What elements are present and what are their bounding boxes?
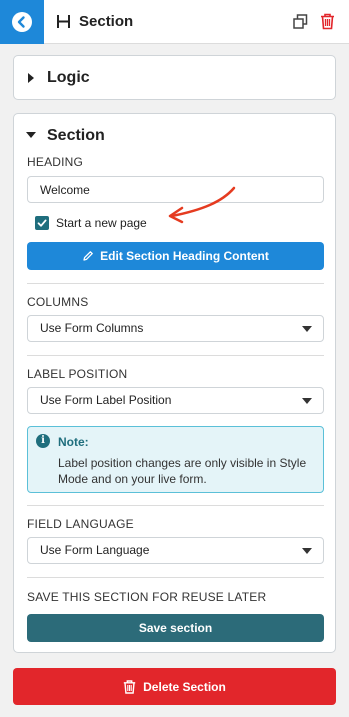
edit-heading-content-label: Edit Section Heading Content	[100, 249, 269, 263]
columns-select[interactable]: Use Form Columns	[27, 315, 324, 342]
note-box: i Note: Label position changes are only …	[27, 426, 324, 493]
section-title[interactable]: Section	[47, 127, 105, 145]
annotation-arrow-icon	[168, 186, 236, 224]
field-language-value: Use Form Language	[40, 543, 150, 557]
divider	[27, 283, 324, 284]
field-language-label: FIELD LANGUAGE	[27, 517, 134, 531]
note-title: Note:	[58, 435, 89, 449]
start-new-page-label[interactable]: Start a new page	[56, 216, 147, 230]
label-position-value: Use Form Label Position	[40, 393, 172, 407]
edit-heading-content-button[interactable]: Edit Section Heading Content	[27, 242, 324, 270]
chevron-down-icon	[302, 548, 312, 554]
delete-section-label: Delete Section	[143, 679, 226, 694]
heading-label: HEADING	[27, 155, 84, 169]
field-language-select[interactable]: Use Form Language	[27, 537, 324, 564]
trash-icon[interactable]	[320, 13, 335, 30]
note-text: Label position changes are only visible …	[58, 456, 307, 486]
pencil-icon	[83, 251, 94, 261]
start-new-page-checkbox[interactable]	[35, 216, 49, 230]
save-section-button[interactable]: Save section	[27, 614, 324, 642]
caret-right-icon	[28, 73, 34, 83]
page-title: Section	[79, 13, 134, 30]
chevron-down-icon	[302, 326, 312, 332]
caret-down-icon[interactable]	[26, 132, 36, 138]
checkmark-icon	[37, 219, 47, 227]
chevron-down-icon	[302, 398, 312, 404]
label-position-label: LABEL POSITION	[27, 367, 128, 381]
delete-section-button[interactable]: Delete Section	[13, 668, 336, 705]
trash-icon	[123, 679, 136, 694]
section-icon	[57, 15, 70, 28]
duplicate-icon[interactable]	[293, 14, 308, 29]
top-bar: Section	[0, 0, 349, 44]
save-section-label: SAVE THIS SECTION FOR REUSE LATER	[27, 590, 267, 604]
label-position-select[interactable]: Use Form Label Position	[27, 387, 324, 414]
divider	[27, 577, 324, 578]
chevron-left-icon	[12, 12, 32, 32]
logic-panel[interactable]: Logic	[13, 55, 336, 100]
section-panel: Section HEADING Start a new page Edit Se…	[13, 113, 336, 653]
logic-title: Logic	[47, 69, 90, 86]
back-button[interactable]	[0, 0, 44, 44]
divider	[27, 355, 324, 356]
columns-label: COLUMNS	[27, 295, 89, 309]
info-icon: i	[36, 434, 50, 448]
divider	[27, 505, 324, 506]
columns-value: Use Form Columns	[40, 321, 144, 335]
